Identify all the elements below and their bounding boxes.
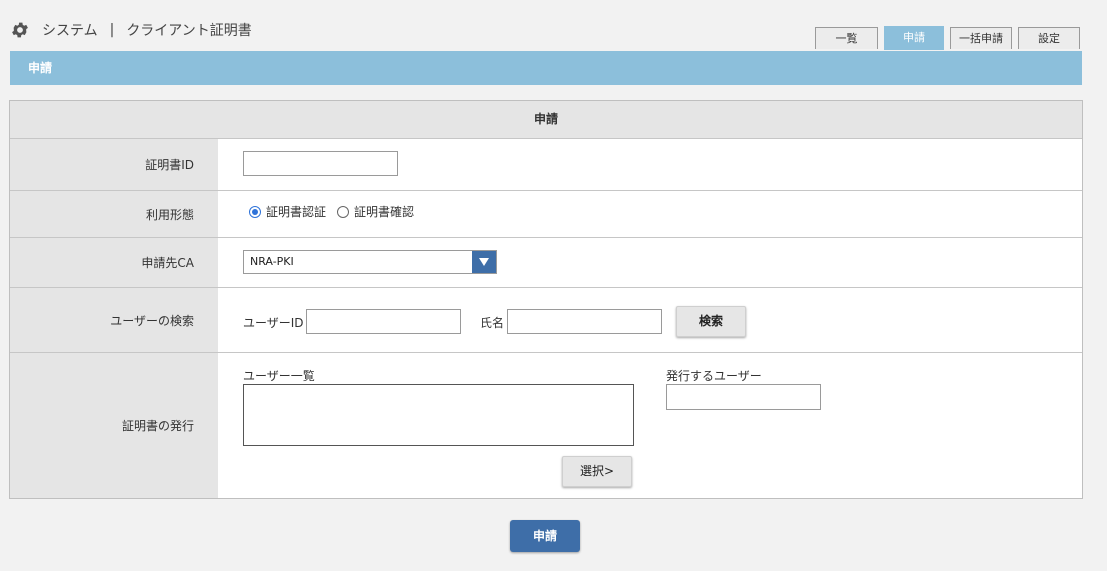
radio-cert-confirm-label: 証明書確認 bbox=[354, 205, 415, 219]
ca-select[interactable]: NRA-PKI bbox=[243, 250, 497, 274]
radio-cert-confirm[interactable]: 証明書確認 bbox=[337, 203, 414, 220]
row-ca: 申請先CA NRA-PKI bbox=[10, 238, 1082, 288]
search-button[interactable]: 検索 bbox=[676, 306, 746, 337]
tab-bulk-apply[interactable]: 一括申請 bbox=[950, 27, 1012, 49]
user-list-box[interactable] bbox=[243, 384, 634, 446]
radio-selected-icon bbox=[249, 205, 261, 218]
row-usage: 利用形態 証明書認証 証明書確認 bbox=[10, 191, 1082, 238]
form-heading: 申請 bbox=[10, 101, 1082, 139]
row-user-search: ユーザーの検索 ユーザーID 氏名 検索 bbox=[10, 288, 1082, 353]
row-issue: 証明書の発行 ユーザー一覧 発行するユーザー 選択> bbox=[10, 353, 1082, 498]
usage-label: 利用形態 bbox=[10, 191, 218, 237]
row-cert-id: 証明書ID bbox=[10, 139, 1082, 191]
select-button[interactable]: 選択> bbox=[562, 456, 632, 487]
issue-label: 証明書の発行 bbox=[10, 353, 218, 498]
breadcrumb-section: システム bbox=[42, 23, 98, 39]
page-header: システム | クライアント証明書 bbox=[10, 20, 252, 40]
issue-users-label: 発行するユーザー bbox=[666, 369, 762, 383]
radio-cert-auth-label: 証明書認証 bbox=[266, 205, 327, 219]
page-title: クライアント証明書 bbox=[126, 23, 252, 39]
ca-select-value: NRA-PKI bbox=[250, 255, 294, 268]
name-input[interactable] bbox=[507, 309, 662, 334]
user-search-label: ユーザーの検索 bbox=[10, 288, 218, 352]
gear-icon bbox=[12, 22, 28, 38]
radio-cert-auth[interactable]: 証明書認証 bbox=[249, 203, 326, 220]
name-label: 氏名 bbox=[480, 316, 505, 330]
tab-bar: 一覧 申請 一括申請 設定 bbox=[815, 26, 1086, 50]
issue-users-box[interactable] bbox=[666, 384, 821, 410]
radio-unselected-icon bbox=[337, 205, 349, 218]
user-list-label: ユーザー一覧 bbox=[243, 369, 315, 383]
cert-id-label: 証明書ID bbox=[10, 139, 218, 190]
userid-input[interactable] bbox=[306, 309, 461, 334]
tab-apply[interactable]: 申請 bbox=[884, 26, 944, 50]
apply-form: 申請 証明書ID 利用形態 証明書認証 証明書確認 申請先CA NRA-PKI bbox=[9, 100, 1083, 499]
ca-label: 申請先CA bbox=[10, 238, 218, 287]
chevron-down-icon[interactable] bbox=[472, 251, 496, 273]
submit-button[interactable]: 申請 bbox=[510, 520, 580, 552]
tab-settings[interactable]: 設定 bbox=[1018, 27, 1080, 49]
tab-list[interactable]: 一覧 bbox=[815, 27, 878, 49]
userid-label: ユーザーID bbox=[243, 316, 304, 330]
section-banner: 申請 bbox=[10, 51, 1082, 85]
cert-id-input[interactable] bbox=[243, 151, 398, 176]
breadcrumb-separator: | bbox=[109, 22, 115, 38]
